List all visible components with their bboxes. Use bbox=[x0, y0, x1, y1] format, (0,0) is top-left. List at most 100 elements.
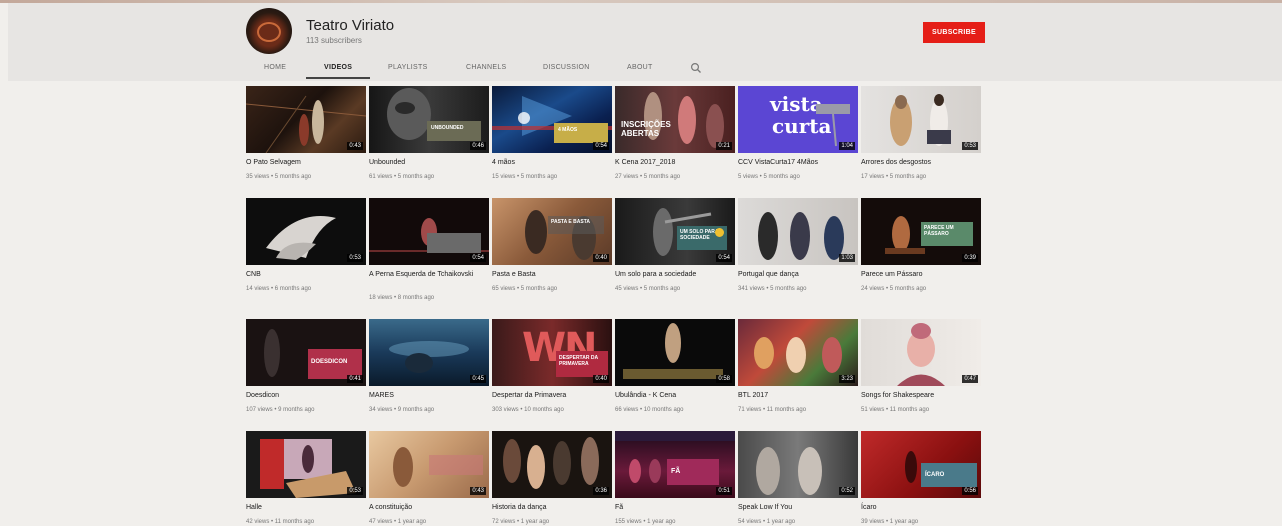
video-thumbnail[interactable]: 0:36 bbox=[492, 431, 612, 498]
video-thumbnail[interactable]: 0:43 bbox=[369, 431, 489, 498]
video-card[interactable]: 0:43 O Pato Selvagem 35 views • 5 months… bbox=[246, 86, 366, 180]
video-meta: 34 views • 9 months ago bbox=[369, 407, 435, 413]
video-duration: 0:54 bbox=[716, 254, 732, 262]
video-title[interactable]: Parece um Pássaro bbox=[861, 270, 981, 279]
tab-videos[interactable]: VIDEOS bbox=[324, 64, 352, 71]
video-thumbnail[interactable]: PARECE UM PÁSSARO 0:39 bbox=[861, 198, 981, 265]
video-title[interactable]: A Perna Esquerda de Tchaikovski bbox=[369, 270, 489, 279]
tab-home[interactable]: HOME bbox=[264, 64, 286, 71]
video-title[interactable]: Portugal que dança bbox=[738, 270, 858, 279]
video-duration: 0:40 bbox=[593, 254, 609, 262]
video-card[interactable]: 0:52 Speak Low If You 54 views • 1 year … bbox=[738, 431, 858, 525]
video-title[interactable]: 4 mãos bbox=[492, 158, 612, 167]
video-thumbnail[interactable]: 0:43 bbox=[246, 86, 366, 153]
video-card[interactable]: 0:47 Songs for Shakespeare 51 views • 11… bbox=[861, 319, 981, 413]
video-card[interactable]: W N DESPERTAR DA PRIMAVERA 0:40 Desperta… bbox=[492, 319, 612, 413]
video-title[interactable]: Um solo para a sociedade bbox=[615, 270, 735, 279]
video-thumbnail[interactable]: 0:58 bbox=[615, 319, 735, 386]
video-thumbnail[interactable]: 0:53 bbox=[246, 198, 366, 265]
video-title[interactable]: Despertar da Primavera bbox=[492, 391, 612, 400]
search-icon[interactable] bbox=[690, 62, 702, 74]
video-thumbnail[interactable]: UM SOLO PARA A SOCIEDADE 0:54 bbox=[615, 198, 735, 265]
video-card[interactable]: 0:53 Arrores dos desgostos 17 views • 5 … bbox=[861, 86, 981, 180]
video-meta: 14 views • 6 months ago bbox=[246, 286, 312, 292]
video-title[interactable]: Doesdicon bbox=[246, 391, 366, 400]
video-card[interactable]: 3:23 BTL 2017 71 views • 11 months ago bbox=[738, 319, 858, 413]
channel-name[interactable]: Teatro Viriato bbox=[306, 17, 394, 34]
video-meta: 17 views • 5 months ago bbox=[861, 174, 927, 180]
video-duration: 0:54 bbox=[470, 254, 486, 262]
video-thumbnail[interactable]: DOESDICON 0:41 bbox=[246, 319, 366, 386]
video-card[interactable]: 0:45 MARES 34 views • 9 months ago bbox=[369, 319, 489, 413]
video-card[interactable]: PARECE UM PÁSSARO 0:39 Parece um Pássaro… bbox=[861, 198, 981, 292]
video-title[interactable]: Halle bbox=[246, 503, 366, 512]
video-duration: 0:43 bbox=[470, 487, 486, 495]
video-thumbnail[interactable]: 0:47 bbox=[861, 319, 981, 386]
video-card[interactable]: DOESDICON 0:41 Doesdicon 107 views • 9 m… bbox=[246, 319, 366, 413]
video-thumbnail[interactable]: 0:54 bbox=[369, 198, 489, 265]
video-thumbnail[interactable]: vista curta 1:04 bbox=[738, 86, 858, 153]
tab-playlists[interactable]: PLAYLISTS bbox=[388, 64, 428, 71]
video-card[interactable]: ÍCARO 0:56 Ícaro 39 views • 1 year ago bbox=[861, 431, 981, 525]
video-title[interactable]: Unbounded bbox=[369, 158, 489, 167]
video-thumbnail[interactable]: ÍCARO 0:56 bbox=[861, 431, 981, 498]
video-title[interactable]: Speak Low If You bbox=[738, 503, 858, 512]
video-title[interactable]: BTL 2017 bbox=[738, 391, 858, 400]
video-card[interactable]: FÃ 0:51 Fã 155 views • 1 year ago bbox=[615, 431, 735, 525]
video-card[interactable]: PASTA E BASTA 0:40 Pasta e Basta 65 view… bbox=[492, 198, 612, 292]
video-thumbnail[interactable]: 0:53 bbox=[246, 431, 366, 498]
channel-avatar[interactable] bbox=[246, 8, 292, 54]
video-card[interactable]: UNBOUNDED 0:46 Unbounded 61 views • 5 mo… bbox=[369, 86, 489, 180]
video-title[interactable]: Ubulândia - K Cena bbox=[615, 391, 735, 400]
video-card[interactable]: UM SOLO PARA A SOCIEDADE 0:54 Um solo pa… bbox=[615, 198, 735, 292]
video-card[interactable]: vista curta 1:04 CCV VistaCurta17 4Mãos … bbox=[738, 86, 858, 180]
video-duration: 0:56 bbox=[962, 487, 978, 495]
video-card[interactable]: 0:43 A constituição 47 views • 1 year ag… bbox=[369, 431, 489, 525]
video-title[interactable]: MARES bbox=[369, 391, 489, 400]
video-thumbnail[interactable]: FÃ 0:51 bbox=[615, 431, 735, 498]
video-title[interactable]: CCV VistaCurta17 4Mãos bbox=[738, 158, 858, 167]
tab-channels[interactable]: CHANNELS bbox=[466, 64, 507, 71]
video-meta: 303 views • 10 months ago bbox=[492, 407, 564, 413]
video-duration: 1:03 bbox=[839, 254, 855, 262]
video-card[interactable]: 0:53 Halle 42 views • 11 months ago bbox=[246, 431, 366, 525]
video-thumbnail[interactable]: 0:53 bbox=[861, 86, 981, 153]
video-title[interactable]: K Cena 2017_2018 bbox=[615, 158, 735, 167]
video-title[interactable]: Songs for Shakespeare bbox=[861, 391, 981, 400]
video-thumbnail[interactable]: INSCRIÇÕES ABERTAS 0:21 bbox=[615, 86, 735, 153]
video-thumbnail[interactable]: 0:52 bbox=[738, 431, 858, 498]
tab-about[interactable]: ABOUT bbox=[627, 64, 653, 71]
video-thumbnail[interactable]: 1:03 bbox=[738, 198, 858, 265]
video-title[interactable]: CNB bbox=[246, 270, 366, 279]
video-thumbnail[interactable]: UNBOUNDED 0:46 bbox=[369, 86, 489, 153]
video-card[interactable]: 0:58 Ubulândia - K Cena 66 views • 10 mo… bbox=[615, 319, 735, 413]
video-title[interactable]: Fã bbox=[615, 503, 735, 512]
thumbnail-emblem bbox=[715, 228, 724, 237]
video-thumbnail[interactable]: 3:23 bbox=[738, 319, 858, 386]
video-card[interactable]: 0:36 Historia da dança 72 views • 1 year… bbox=[492, 431, 612, 525]
video-meta: 24 views • 5 months ago bbox=[861, 286, 927, 292]
video-duration: 0:40 bbox=[593, 375, 609, 383]
video-title[interactable]: Historia da dança bbox=[492, 503, 612, 512]
video-card[interactable]: INSCRIÇÕES ABERTAS 0:21 K Cena 2017_2018… bbox=[615, 86, 735, 180]
video-meta: 27 views • 5 months ago bbox=[615, 174, 681, 180]
video-title[interactable]: Ícaro bbox=[861, 503, 981, 512]
video-thumbnail[interactable]: W N DESPERTAR DA PRIMAVERA 0:40 bbox=[492, 319, 612, 386]
video-thumbnail[interactable]: 0:45 bbox=[369, 319, 489, 386]
video-duration: 0:53 bbox=[962, 142, 978, 150]
video-title[interactable]: A constituição bbox=[369, 503, 489, 512]
video-meta: 51 views • 11 months ago bbox=[861, 407, 930, 413]
subscribe-button[interactable]: SUBSCRIBE bbox=[923, 22, 985, 43]
video-card[interactable]: 0:53 CNB 14 views • 6 months ago bbox=[246, 198, 366, 292]
video-thumbnail[interactable]: PASTA E BASTA 0:40 bbox=[492, 198, 612, 265]
video-title[interactable]: O Pato Selvagem bbox=[246, 158, 366, 167]
video-card[interactable]: 0:54 A Perna Esquerda de Tchaikovski 18 … bbox=[369, 198, 489, 301]
video-meta: 18 views • 8 months ago bbox=[369, 295, 435, 301]
tab-discussion[interactable]: DISCUSSION bbox=[543, 64, 590, 71]
video-card[interactable]: 1:03 Portugal que dança 341 views • 5 mo… bbox=[738, 198, 858, 292]
video-title[interactable]: Pasta e Basta bbox=[492, 270, 612, 279]
video-thumbnail[interactable]: 4 MÃOS 0:54 bbox=[492, 86, 612, 153]
video-meta: 107 views • 9 months ago bbox=[246, 407, 315, 413]
video-title[interactable]: Arrores dos desgostos bbox=[861, 158, 981, 167]
video-card[interactable]: 4 MÃOS 0:54 4 mãos 15 views • 5 months a… bbox=[492, 86, 612, 180]
